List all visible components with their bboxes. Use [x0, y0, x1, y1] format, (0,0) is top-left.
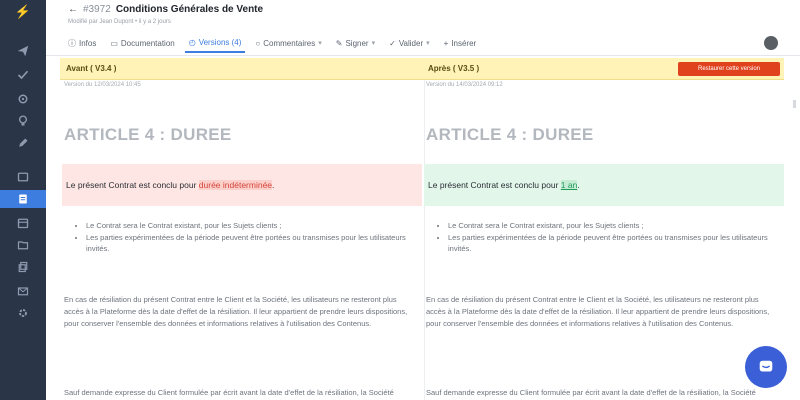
folder-icon[interactable] — [11, 236, 35, 254]
before-version-column: ARTICLE 4 : DUREE Le présent Contrat est… — [62, 80, 422, 400]
before-version-label: Avant ( V3.4 ) — [66, 64, 117, 73]
tab-label: Insérer — [451, 38, 477, 48]
paragraph: En cas de résiliation du présent Contrat… — [426, 295, 770, 328]
mail-icon[interactable] — [11, 282, 35, 300]
sidebar: ⚡ — [0, 0, 46, 400]
diff-removed-row: Le présent Contrat est conclu pour durée… — [62, 164, 422, 206]
paragraph: Sauf demande expresse du Client formulée… — [426, 388, 756, 397]
check-icon: ✓ — [389, 38, 396, 48]
plus-icon: + — [443, 38, 449, 48]
inbox-icon[interactable] — [11, 168, 35, 186]
tab-versions[interactable]: ◴ Versions (4) — [184, 33, 246, 53]
gear-icon[interactable] — [11, 304, 35, 322]
avatar[interactable] — [764, 36, 778, 50]
check-icon[interactable] — [11, 66, 35, 84]
list-item: Les parties expérimentées de la période … — [448, 232, 768, 254]
scrollbar-thumb[interactable] — [793, 100, 796, 108]
tab-label: Commentaires — [263, 38, 316, 48]
diff-text: . — [272, 180, 275, 190]
chat-bubble-icon — [759, 360, 773, 372]
calendar-icon[interactable] — [11, 214, 35, 232]
diff-added-text: 1 an — [560, 180, 578, 190]
app-logo[interactable]: ⚡ — [13, 4, 33, 20]
book-icon: ▭ — [110, 38, 118, 48]
tab-label: Valider — [398, 38, 424, 48]
list-item: Le Contrat sera le Contrat existant, pou… — [86, 220, 406, 231]
send-icon[interactable] — [11, 42, 35, 60]
bullet-list: Le Contrat sera le Contrat existant, pou… — [438, 220, 768, 255]
diff-added-row: Le présent Contrat est conclu pour 1 an. — [424, 164, 784, 206]
tab-label: Infos — [79, 38, 97, 48]
diff-removed-text: durée indéterminée — [198, 180, 273, 190]
pen-icon: ✎ — [335, 38, 343, 48]
tab-label: Documentation — [120, 38, 175, 48]
chevron-down-icon: ▾ — [318, 40, 322, 47]
after-version-column: ARTICLE 4 : DUREE Le présent Contrat est… — [424, 80, 784, 400]
version-compare-bar: Avant ( V3.4 ) Après ( V3.5 ) Restaurer … — [60, 58, 784, 80]
chevron-down-icon: ▾ — [371, 40, 376, 47]
tab-label: Versions (4) — [198, 37, 242, 47]
tab-inserer[interactable]: + Insérer — [440, 33, 481, 53]
document-subtitle: Modifié par Jean Dupont • il y a 2 jours — [68, 19, 171, 25]
list-item: Le Contrat sera le Contrat existant, pou… — [448, 220, 768, 231]
tab-documentation[interactable]: ▭ Documentation — [106, 33, 178, 53]
breadcrumb: ← #3972 Conditions Générales de Vente — [68, 4, 263, 15]
paragraph: Sauf demande expresse du Client formulée… — [64, 388, 394, 397]
restore-version-button[interactable]: Restaurer cette version — [678, 62, 780, 76]
document-id: #3972 — [83, 4, 111, 15]
history-icon: ◴ — [188, 37, 196, 47]
diff-text: Le présent Contrat est conclu pour — [428, 180, 561, 190]
copy-icon[interactable] — [11, 258, 35, 276]
tab-signer[interactable]: ✎ Signer ▾ — [332, 33, 379, 53]
diff-text: Le présent Contrat est conclu pour — [66, 180, 199, 190]
comment-icon: ○ — [255, 38, 261, 48]
settings-icon[interactable] — [11, 90, 35, 108]
tab-bar: ⓘ Infos ▭ Documentation ◴ Versions (4) ○… — [64, 33, 480, 53]
tab-commentaires[interactable]: ○ Commentaires ▾ — [251, 33, 325, 53]
tab-label: Signer — [345, 38, 369, 48]
chat-launcher-button[interactable] — [745, 346, 787, 388]
pen-icon[interactable] — [11, 134, 35, 152]
article-title: ARTICLE 4 : DUREE — [426, 125, 594, 144]
bullet-list: Le Contrat sera le Contrat existant, pou… — [76, 220, 406, 255]
paragraph: En cas de résiliation du présent Contrat… — [64, 295, 408, 328]
info-icon: ⓘ — [68, 38, 76, 48]
back-arrow-icon[interactable]: ← — [68, 4, 78, 15]
list-item: Les parties expérimentées de la période … — [86, 232, 406, 254]
lightbulb-icon[interactable] — [11, 112, 35, 130]
tab-valider[interactable]: ✓ Valider ▾ — [385, 33, 434, 53]
article-title: ARTICLE 4 : DUREE — [64, 125, 232, 144]
document-icon[interactable] — [0, 190, 46, 208]
app-root: ⚡ ← #3972 Conditions Générales de Vente … — [0, 0, 800, 400]
chevron-down-icon: ▾ — [426, 40, 430, 47]
tab-infos[interactable]: ⓘ Infos — [64, 33, 100, 53]
page-header: ← #3972 Conditions Générales de Vente Mo… — [46, 0, 800, 56]
after-version-label: Après ( V3.5 ) — [428, 64, 480, 73]
document-title[interactable]: Conditions Générales de Vente — [116, 4, 263, 15]
diff-text: . — [577, 180, 580, 190]
